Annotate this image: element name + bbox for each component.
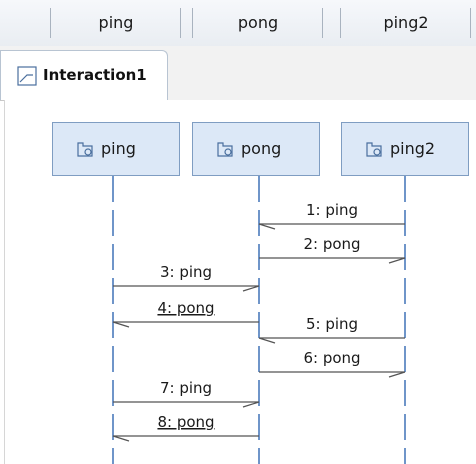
lifeline-class-icon (217, 142, 233, 157)
message-3-label[interactable]: 3: ping (160, 263, 212, 281)
message-1-arrowhead (258, 223, 276, 230)
column-separator (470, 8, 471, 38)
column-header-ping[interactable]: ping (52, 0, 180, 46)
message-4-arrowhead (112, 321, 130, 328)
lifeline-class-icon (366, 142, 382, 157)
lifeline-name: ping (101, 139, 136, 158)
column-separator (50, 8, 51, 38)
message-3-arrowhead (242, 285, 260, 292)
message-5-label[interactable]: 5: ping (306, 315, 358, 333)
message-6-label[interactable]: 6: pong (303, 349, 360, 367)
column-separator (180, 8, 181, 38)
lifeline-ping2[interactable]: ping2 (341, 122, 469, 176)
lifeline-ping[interactable]: ping (52, 122, 180, 176)
diagram-canvas[interactable]: 1: ping 2: pong 3: ping 4: pong 5: ping 6: po… (4, 100, 476, 464)
lifeline-name: ping2 (390, 139, 436, 158)
lifeline-name: pong (241, 139, 282, 158)
message-4-label[interactable]: 4: pong (157, 299, 214, 317)
message-7-arrowhead (242, 401, 260, 408)
tab-bar: Interaction1 (0, 46, 476, 101)
column-separator (322, 8, 323, 38)
interaction-diagram-icon (17, 66, 37, 86)
column-header-bar: ping pong ping2 (0, 0, 476, 47)
column-separator (340, 8, 341, 38)
message-2-label[interactable]: 2: pong (303, 235, 360, 253)
tab-interaction1[interactable]: Interaction1 (0, 50, 168, 100)
message-7-label[interactable]: 7: ping (160, 379, 212, 397)
column-separator (192, 8, 193, 38)
message-6-arrowhead (388, 371, 406, 378)
message-8-arrowhead (112, 435, 130, 442)
lifeline-pong[interactable]: pong (192, 122, 320, 176)
column-header-ping2[interactable]: ping2 (342, 0, 470, 46)
message-8-label[interactable]: 8: pong (157, 413, 214, 431)
message-5-arrowhead (258, 337, 276, 344)
tab-label: Interaction1 (43, 66, 147, 84)
message-1-label[interactable]: 1: ping (306, 201, 358, 219)
message-2-arrowhead (388, 257, 406, 264)
lifeline-class-icon (77, 142, 93, 157)
column-header-pong[interactable]: pong (194, 0, 322, 46)
